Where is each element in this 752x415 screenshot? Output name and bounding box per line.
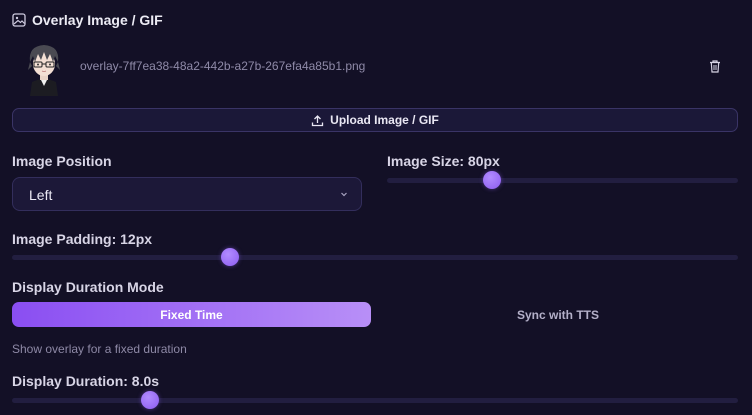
image-size-label: Image Size: 80px — [387, 153, 500, 169]
chevron-down-icon — [341, 192, 347, 197]
image-size-slider-thumb[interactable] — [483, 171, 502, 189]
image-icon — [12, 13, 26, 27]
image-padding-label: Image Padding: 12px — [12, 231, 153, 247]
overlay-image-settings-panel: Overlay Image / GIF overlay-7ff7ea38-48a… — [0, 0, 752, 415]
file-name: overlay-7ff7ea38-48a2-442b-a27b-267efa4a… — [80, 59, 366, 73]
image-size-slider-track[interactable] — [387, 178, 738, 183]
image-position-label: Image Position — [12, 153, 112, 169]
delete-icon[interactable] — [707, 58, 723, 74]
duration-mode-label: Display Duration Mode — [12, 279, 164, 295]
sync-with-tts-option[interactable]: Sync with TTS — [378, 302, 738, 327]
display-duration-slider-thumb[interactable] — [140, 391, 159, 409]
upload-icon — [312, 114, 324, 126]
image-padding-slider-thumb[interactable] — [220, 248, 239, 266]
duration-mode-hint: Show overlay for a fixed duration — [12, 342, 187, 356]
overlay-image-thumbnail — [28, 45, 60, 96]
upload-image-button[interactable]: Upload Image / GIF — [12, 108, 738, 132]
image-position-select[interactable]: Left — [12, 177, 362, 211]
image-position-value: Left — [29, 187, 53, 203]
fixed-time-option[interactable]: Fixed Time — [12, 302, 371, 327]
upload-button-label: Upload Image / GIF — [330, 113, 439, 127]
image-padding-slider-track[interactable] — [12, 255, 738, 260]
display-duration-label: Display Duration: 8.0s — [12, 373, 160, 389]
display-duration-slider-track[interactable] — [12, 398, 738, 403]
section-title: Overlay Image / GIF — [32, 12, 163, 28]
